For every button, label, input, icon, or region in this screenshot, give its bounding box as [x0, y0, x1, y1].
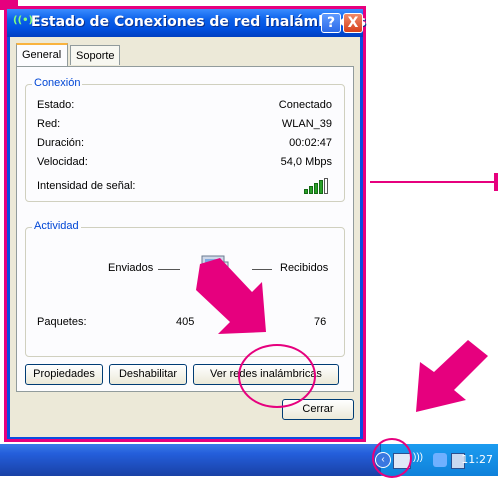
packets-received-value: 76	[314, 316, 327, 328]
speed-value: 54,0 Mbps	[280, 156, 332, 168]
network-tray-icon[interactable]	[433, 453, 447, 467]
annotation-arrow-1	[196, 258, 266, 334]
disable-button[interactable]: Deshabilitar	[109, 364, 187, 385]
activity-group-title: Actividad	[32, 220, 81, 232]
duration-value: 00:02:47	[289, 137, 332, 149]
help-button[interactable]: ?	[321, 13, 341, 33]
window-title: Estado de Conexiones de red inalámbricas	[31, 14, 366, 30]
network-label: Red:	[37, 118, 61, 130]
sent-line	[158, 269, 180, 270]
network-value: WLAN_39	[281, 118, 332, 130]
received-label: Recibidos	[280, 262, 329, 274]
title-bar[interactable]: ((•)) Estado de Conexiones de red inalám…	[7, 9, 366, 37]
status-value: Conectado	[278, 99, 332, 111]
annotation-arrow-2	[416, 340, 488, 412]
wireless-network-icon: ((•))	[13, 15, 38, 26]
tab-support[interactable]: Soporte	[70, 45, 120, 65]
annotation-circle-button	[238, 344, 316, 408]
tab-panel-general: Conexión Estado: Conectado Red: WLAN_39 …	[16, 66, 354, 392]
signal-strength-icon	[304, 178, 332, 194]
packets-label: Paquetes:	[37, 316, 87, 328]
annotation-connector-end	[494, 173, 498, 191]
wifi-waves-icon[interactable]: )))	[413, 452, 423, 466]
annotation-circle-tray	[372, 438, 412, 478]
status-label: Estado:	[37, 99, 75, 111]
annotation-connector	[370, 181, 494, 183]
tab-general[interactable]: General	[16, 43, 68, 66]
taskbar-clock[interactable]: 11:27	[461, 453, 493, 466]
activity-group: Actividad Enviados ((•)) Recibidos Paqu	[25, 220, 345, 357]
properties-button[interactable]: Propiedades	[25, 364, 103, 385]
connection-group: Conexión Estado: Conectado Red: WLAN_39 …	[25, 77, 345, 202]
close-icon[interactable]: X	[343, 13, 363, 33]
speed-label: Velocidad:	[37, 156, 88, 168]
duration-label: Duración:	[37, 137, 85, 149]
signal-strength-label: Intensidad de señal:	[37, 180, 136, 192]
sent-label: Enviados	[108, 262, 154, 274]
connection-group-title: Conexión	[32, 77, 83, 89]
